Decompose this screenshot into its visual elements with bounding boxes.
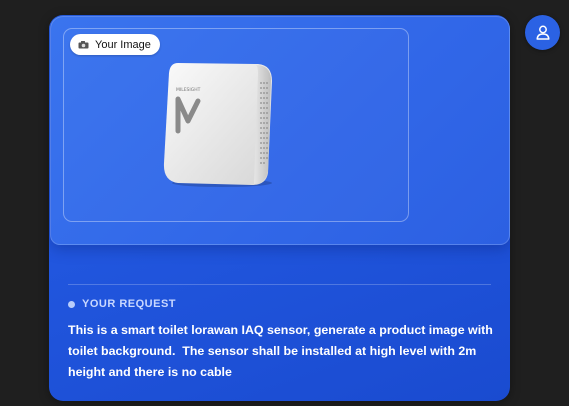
request-dot-icon xyxy=(68,300,75,308)
image-panel: Your Image MILESIGHT xyxy=(50,16,510,245)
user-avatar-button[interactable] xyxy=(525,15,560,50)
camera-icon xyxy=(78,40,89,49)
request-text: This is a smart toilet lorawan IAQ senso… xyxy=(68,323,497,379)
user-icon xyxy=(535,25,550,40)
product-brand-text: MILESIGHT xyxy=(176,87,201,93)
request-header: YOUR REQUEST xyxy=(68,298,176,310)
sensor-product-image: MILESIGHT xyxy=(163,63,272,187)
request-card: Your Image MILESIGHT YOUR REQUEST This i… xyxy=(49,15,510,401)
your-image-badge: Your Image xyxy=(70,34,160,55)
badge-label: Your Image xyxy=(95,38,151,51)
uploaded-image-frame[interactable]: Your Image MILESIGHT xyxy=(63,28,409,222)
divider xyxy=(68,284,491,285)
request-label: YOUR REQUEST xyxy=(82,298,177,310)
